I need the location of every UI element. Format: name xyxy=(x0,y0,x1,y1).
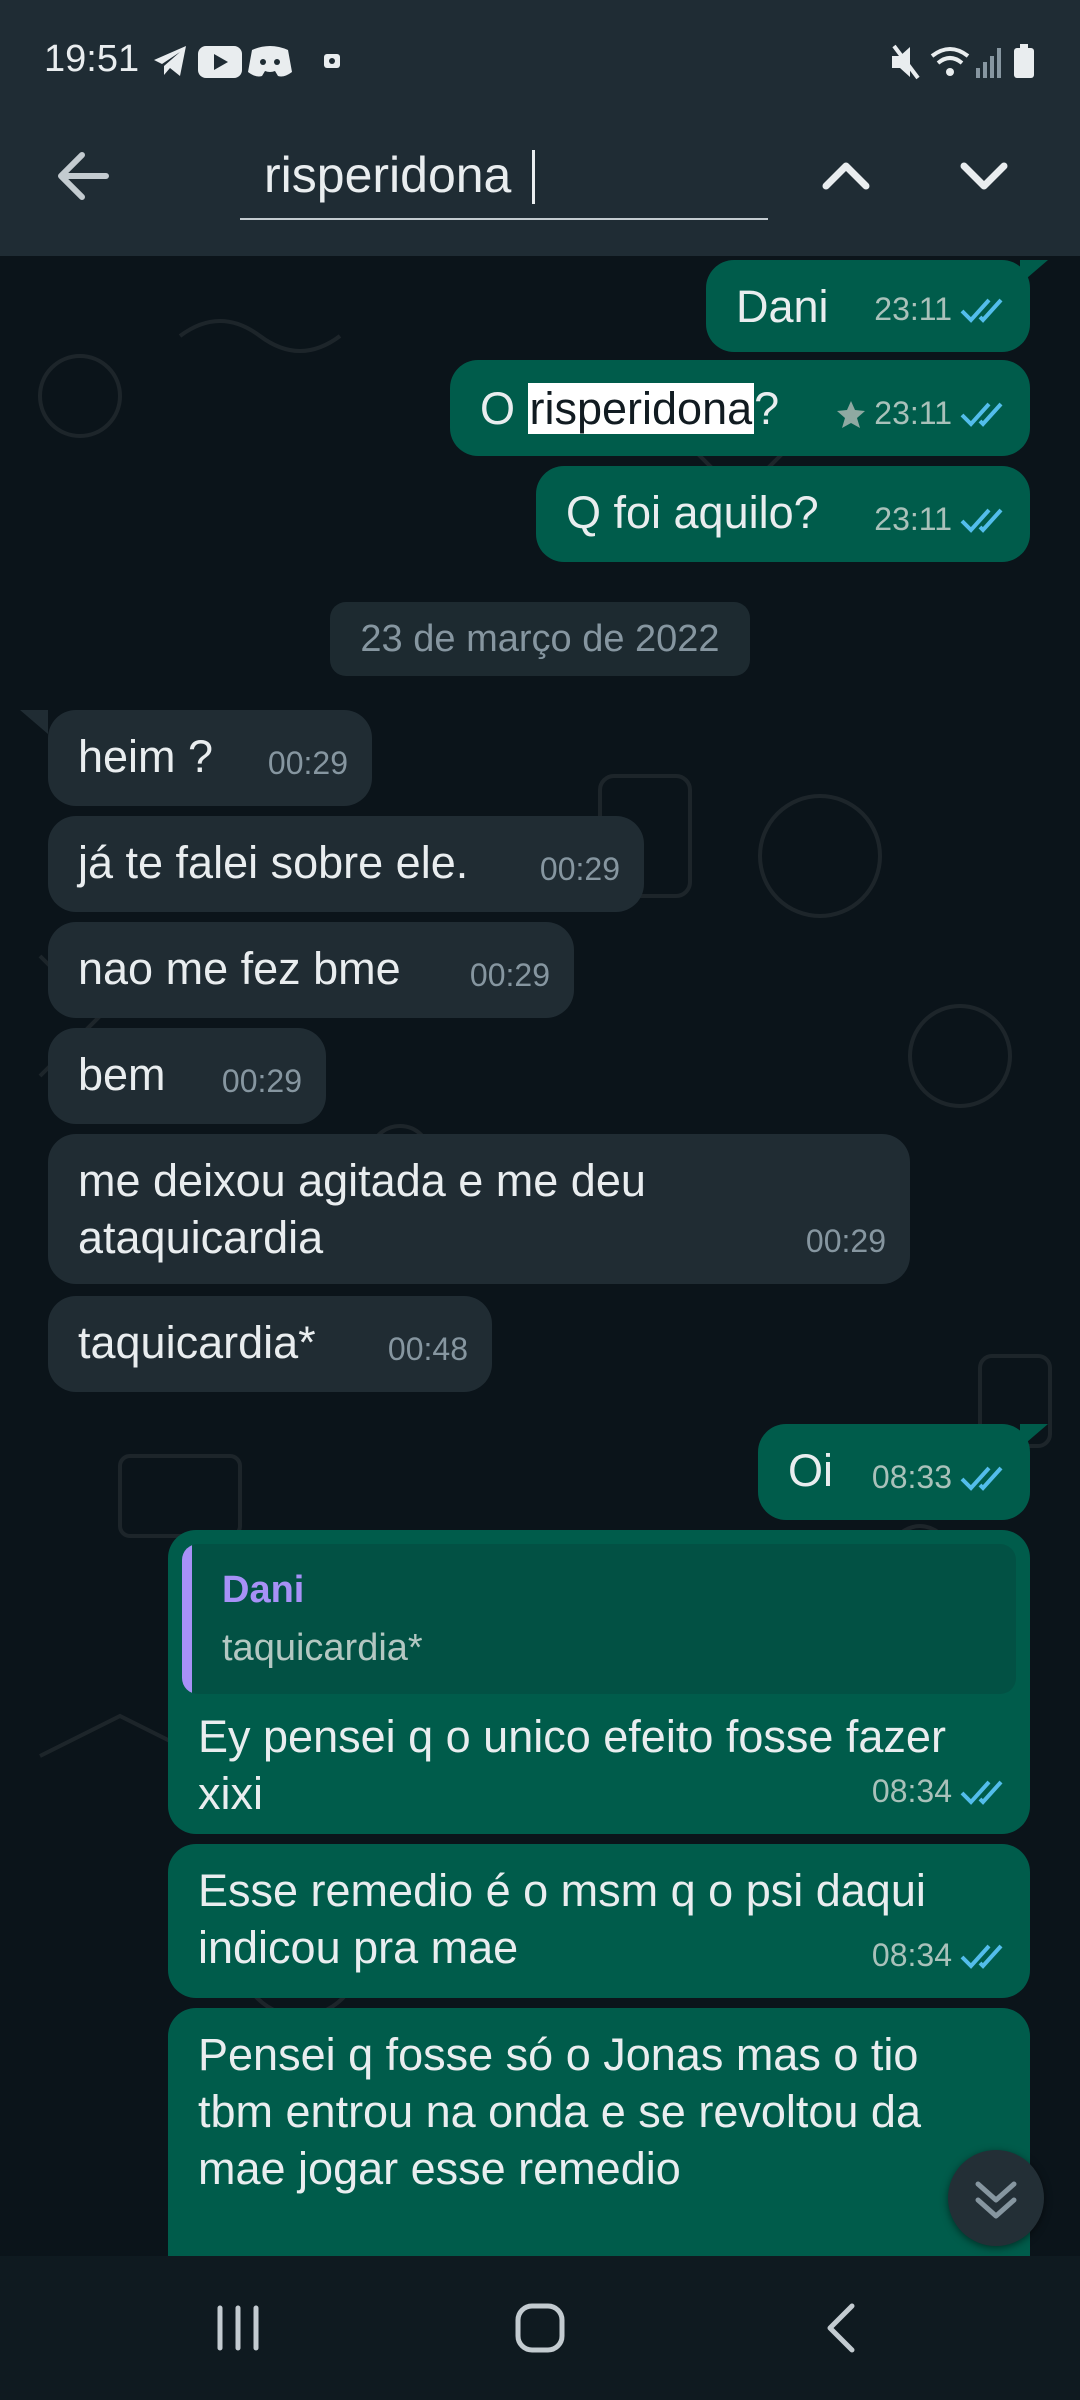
signal-icon xyxy=(976,68,980,78)
date-separator: 23 de março de 2022 xyxy=(330,602,750,676)
read-receipt-icon xyxy=(960,1780,1003,1805)
message-text: taquicardia* xyxy=(78,1317,316,1368)
system-icons xyxy=(892,44,1034,80)
bubble-tail xyxy=(20,710,48,734)
message-time: 08:34 xyxy=(871,1773,952,1809)
quoted-message[interactable]: Dani taquicardia* xyxy=(182,1544,1016,1694)
recent-apps-icon[interactable] xyxy=(210,2300,266,2356)
home-icon[interactable] xyxy=(512,2300,568,2356)
back-arrow-icon[interactable] xyxy=(48,140,120,212)
outgoing-reply-message[interactable]: Dani taquicardia* Ey pensei q o unico ef… xyxy=(168,1530,1030,1834)
status-time: 19:51 xyxy=(44,38,140,80)
message-time: 08:33 xyxy=(871,1459,952,1495)
read-receipt-icon xyxy=(960,298,1003,323)
read-receipt-icon xyxy=(960,1944,1003,1969)
bubble-tail xyxy=(1020,260,1048,284)
message-text: Pensei q fosse só o Jonas mas o tio tbm … xyxy=(198,2029,921,2194)
message-time: 00:29 xyxy=(267,745,348,781)
read-receipt-icon xyxy=(960,1466,1003,1491)
incoming-message[interactable]: me deixou agitada e me deu ataquicardia … xyxy=(48,1134,910,1284)
message-time: 08:34 xyxy=(871,1937,952,1973)
outgoing-message[interactable]: Esse remedio é o msm q o psi daqui indic… xyxy=(168,1844,1030,1998)
system-navigation-bar xyxy=(0,2256,1080,2400)
message-time: 23:11 xyxy=(874,291,952,327)
wifi-icon xyxy=(930,47,970,58)
message-text: Esse remedio é o msm q o psi daqui indic… xyxy=(198,1865,926,1973)
telegram-icon xyxy=(154,46,186,76)
outgoing-message[interactable]: Oi 08:33 xyxy=(758,1424,1030,1520)
quoted-sender: Dani xyxy=(222,1569,305,1611)
search-input[interactable] xyxy=(262,138,756,212)
message-text: Dani xyxy=(736,281,829,332)
outgoing-message[interactable]: Pensei q fosse só o Jonas mas o tio tbm … xyxy=(168,2008,1030,2256)
message-meta: 08:33 xyxy=(872,1449,1014,1506)
previous-result-icon[interactable] xyxy=(810,140,882,212)
message-text: bem xyxy=(78,1049,166,1100)
scroll-to-bottom-button[interactable] xyxy=(948,2150,1044,2246)
message-time: 00:29 xyxy=(221,1063,302,1099)
back-nav-icon[interactable] xyxy=(814,2300,870,2356)
incoming-message[interactable]: já te falei sobre ele. 00:29 xyxy=(48,816,644,912)
message-time: 23:11 xyxy=(874,395,952,431)
double-chevron-down-icon xyxy=(975,2181,1017,2219)
read-receipt-icon xyxy=(960,402,1003,427)
message-text: Oi xyxy=(788,1445,833,1496)
chat-area[interactable]: Dani 23:11 O risperidona? 23:11 Q foi aq… xyxy=(0,256,1080,2256)
incoming-message[interactable]: nao me fez bme 00:29 xyxy=(48,922,574,1018)
message-meta: 23:11 xyxy=(836,385,1014,442)
message-meta: 08:34 xyxy=(872,1927,1014,1984)
battery-icon xyxy=(1014,48,1034,78)
message-meta: 23:11 xyxy=(874,491,1014,548)
message-text: nao me fez bme xyxy=(78,943,401,994)
search-match-highlight: risperidona xyxy=(527,383,755,434)
message-time: 00:29 xyxy=(805,1223,886,1259)
notification-icons xyxy=(154,46,340,78)
star-icon xyxy=(837,400,866,428)
message-text-suffix: ? xyxy=(754,383,780,434)
bubble-tail xyxy=(1020,1424,1048,1448)
message-meta: 23:11 xyxy=(874,281,1014,338)
message-time: 23:11 xyxy=(874,501,952,537)
incoming-message[interactable]: taquicardia* 00:48 xyxy=(48,1296,492,1392)
outgoing-message[interactable]: Q foi aquilo? 23:11 xyxy=(536,466,1030,562)
status-bar: 19:51 xyxy=(0,0,1080,88)
quoted-text: taquicardia* xyxy=(222,1627,423,1669)
message-text: já te falei sobre ele. xyxy=(78,837,469,888)
message-text-prefix: O xyxy=(480,383,528,434)
message-text: Q foi aquilo? xyxy=(566,487,819,538)
quote-accent-bar xyxy=(182,1544,192,1694)
message-text: Ey pensei q o unico efeito fosse fazer x… xyxy=(198,1711,946,1819)
outgoing-message[interactable]: Dani 23:11 xyxy=(706,260,1030,352)
message-text: me deixou agitada e me deu ataquicardia xyxy=(78,1155,646,1263)
incoming-message[interactable]: heim ? 00:29 xyxy=(48,710,372,806)
search-field-container xyxy=(240,138,768,220)
outgoing-message-highlighted[interactable]: O risperidona? 23:11 xyxy=(450,360,1030,456)
message-text: heim ? xyxy=(78,731,214,782)
search-header xyxy=(0,88,1080,256)
message-meta: 08:34 xyxy=(872,1763,1014,1820)
message-time: 00:29 xyxy=(469,957,550,993)
incoming-message[interactable]: bem 00:29 xyxy=(48,1028,326,1124)
message-time: 00:48 xyxy=(387,1331,468,1367)
next-result-icon[interactable] xyxy=(948,140,1020,212)
message-time: 00:29 xyxy=(539,851,620,887)
discord-icon xyxy=(248,46,292,77)
read-receipt-icon xyxy=(960,508,1003,533)
text-cursor xyxy=(532,150,535,204)
